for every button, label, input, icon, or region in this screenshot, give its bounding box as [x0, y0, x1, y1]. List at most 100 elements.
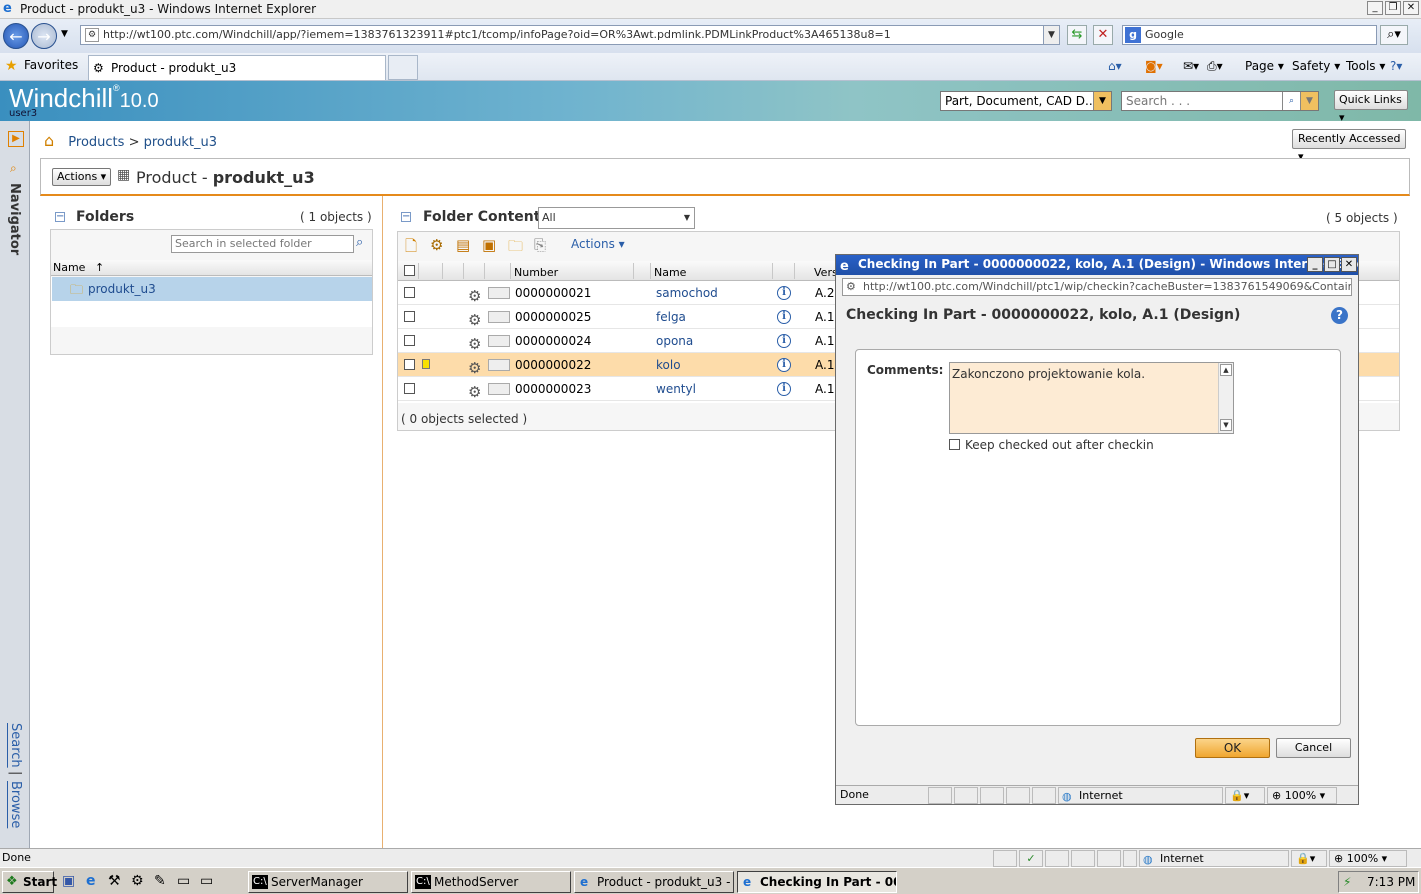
- taskbar-item[interactable]: C:\ MethodServer: [411, 871, 571, 893]
- forward-button[interactable]: →: [31, 23, 57, 49]
- chevron-down-icon[interactable]: ▼: [1093, 92, 1111, 110]
- browser-tab[interactable]: ⚙ Product - produkt_u3: [88, 55, 386, 80]
- protected-mode-icon[interactable]: 🔒▾: [1225, 787, 1265, 804]
- tools-menu[interactable]: Tools ▾: [1346, 57, 1385, 75]
- number-column-header[interactable]: Number: [514, 263, 558, 283]
- back-button[interactable]: ←: [3, 23, 29, 49]
- quicklaunch-notepad-icon[interactable]: ✎: [154, 873, 166, 889]
- search-type-select[interactable]: Part, Document, CAD D... ▼: [940, 91, 1112, 111]
- new-multiple-icon[interactable]: ▣: [482, 236, 496, 254]
- quicklaunch-window-icon[interactable]: ▭: [177, 873, 190, 889]
- search-options-icon[interactable]: ▼: [1300, 92, 1318, 110]
- row-name[interactable]: kolo: [656, 353, 681, 377]
- thumbnail-icon[interactable]: [488, 335, 510, 347]
- row-checkbox[interactable]: [404, 287, 415, 298]
- search-icon[interactable]: ⌕: [356, 235, 363, 250]
- address-bar[interactable]: ⚙ http://wt100.ptc.com/Windchill/app/?ie…: [80, 25, 1060, 45]
- favorites-button[interactable]: Favorites: [24, 58, 78, 72]
- safety-menu[interactable]: Safety ▾: [1292, 57, 1340, 75]
- select-all-checkbox[interactable]: [404, 265, 415, 276]
- actions-gear-icon[interactable]: ⚙: [468, 380, 481, 404]
- search-icon[interactable]: ⌕: [1282, 92, 1300, 110]
- print-icon[interactable]: ⎙▾: [1207, 57, 1223, 75]
- quicklaunch-window2-icon[interactable]: ▭: [200, 873, 213, 889]
- page-actions-button[interactable]: Actions ▾: [52, 168, 112, 186]
- browse-link[interactable]: Browse: [8, 781, 23, 828]
- dialog-close-button[interactable]: ✕: [1341, 257, 1357, 272]
- refresh-button[interactable]: ⇆: [1067, 25, 1087, 45]
- thumbnail-icon[interactable]: [488, 287, 510, 299]
- thumbnail-icon[interactable]: [488, 383, 510, 395]
- zoom-level[interactable]: ⊕ 100% ▾: [1329, 850, 1407, 867]
- ie-quicklaunch-icon[interactable]: e: [86, 873, 96, 889]
- row-name[interactable]: samochod: [656, 281, 718, 305]
- info-icon[interactable]: i: [777, 334, 791, 348]
- info-icon[interactable]: i: [777, 382, 791, 396]
- row-name[interactable]: wentyl: [656, 377, 696, 401]
- dialog-maximize-button[interactable]: □: [1324, 257, 1340, 272]
- dialog-minimize-button[interactable]: _: [1307, 257, 1323, 272]
- table-actions-menu[interactable]: Actions ▾: [571, 237, 625, 251]
- history-dropdown-icon[interactable]: ▼: [61, 29, 68, 39]
- thumbnail-icon[interactable]: [488, 359, 510, 371]
- row-checkbox[interactable]: [404, 335, 415, 346]
- search-box[interactable]: g Google: [1122, 25, 1377, 45]
- thumbnail-icon[interactable]: [488, 311, 510, 323]
- row-name[interactable]: felga: [656, 305, 686, 329]
- taskbar-item-active[interactable]: eChecking In Part - 00...: [737, 871, 897, 893]
- show-desktop-icon[interactable]: ▣: [62, 873, 75, 889]
- clock[interactable]: 7:13 PM: [1367, 875, 1415, 889]
- network-icon[interactable]: ⚡: [1343, 872, 1351, 892]
- quicklaunch-tools-icon[interactable]: ⚒: [108, 873, 121, 889]
- new-folder-icon[interactable]: 🗀: [508, 236, 523, 261]
- copy-icon[interactable]: ⎘: [534, 236, 546, 254]
- expand-navigator-icon[interactable]: ▶: [8, 131, 24, 147]
- help-icon[interactable]: ?▾: [1390, 57, 1402, 75]
- close-button[interactable]: ✕: [1403, 1, 1419, 15]
- new-cad-icon[interactable]: ▤: [456, 236, 470, 254]
- name-column-header[interactable]: Name: [654, 263, 686, 283]
- minimize-button[interactable]: _: [1367, 1, 1383, 15]
- info-icon[interactable]: i: [777, 286, 791, 300]
- new-tab-button[interactable]: [388, 55, 418, 80]
- textarea-scrollbar[interactable]: ▲ ▼: [1218, 363, 1233, 433]
- dialog-zoom[interactable]: ⊕ 100% ▾: [1267, 787, 1337, 804]
- recently-accessed-button[interactable]: Recently Accessed ▾: [1292, 129, 1406, 163]
- collapse-contents-icon[interactable]: −: [401, 212, 411, 222]
- home-icon[interactable]: ⌂: [44, 131, 54, 150]
- row-checkbox[interactable]: [404, 311, 415, 322]
- comments-textarea[interactable]: Zakonczono projektowanie kola. ▲ ▼: [949, 362, 1234, 434]
- panel-divider[interactable]: [382, 196, 383, 848]
- ok-button[interactable]: OK: [1195, 738, 1270, 758]
- stop-button[interactable]: ✕: [1093, 25, 1113, 45]
- global-search-input[interactable]: Search . . . ⌕ ▼: [1121, 91, 1319, 111]
- row-checkbox[interactable]: [404, 383, 415, 394]
- row-name[interactable]: opona: [656, 329, 693, 353]
- mail-icon[interactable]: ✉▾: [1183, 57, 1199, 75]
- search-button-icon[interactable]: ⌕▾: [1380, 25, 1408, 45]
- restore-button[interactable]: ❐: [1385, 1, 1401, 15]
- quick-links-button[interactable]: Quick Links ▾: [1334, 90, 1408, 124]
- folder-item[interactable]: 🗀 produkt_u3: [52, 277, 372, 301]
- home-icon[interactable]: ⌂▾: [1108, 57, 1122, 75]
- help-icon[interactable]: ?: [1331, 307, 1348, 324]
- page-menu[interactable]: Page ▾: [1245, 57, 1284, 75]
- info-icon[interactable]: i: [777, 358, 791, 372]
- breadcrumb-products[interactable]: Products: [68, 135, 124, 150]
- search-nav-icon[interactable]: ⌕: [10, 161, 17, 176]
- feeds-icon[interactable]: ◙▾: [1145, 57, 1163, 75]
- address-dropdown-icon[interactable]: ▼: [1043, 26, 1059, 44]
- new-part-icon[interactable]: ⚙: [430, 236, 443, 254]
- keep-checked-out-checkbox[interactable]: [949, 439, 960, 450]
- cancel-button[interactable]: Cancel: [1276, 738, 1351, 758]
- keep-checked-out-label[interactable]: Keep checked out after checkin: [965, 438, 1154, 452]
- dialog-title-bar[interactable]: e Checking In Part - 0000000022, kolo, A…: [836, 255, 1358, 275]
- info-icon[interactable]: i: [777, 310, 791, 324]
- folders-name-header[interactable]: Name ↑: [51, 260, 372, 276]
- quicklaunch-settings-icon[interactable]: ⚙: [131, 873, 144, 889]
- protected-mode-icon[interactable]: 🔒▾: [1291, 850, 1327, 867]
- collapse-folders-icon[interactable]: −: [55, 212, 65, 222]
- breadcrumb-current[interactable]: produkt_u3: [144, 135, 217, 150]
- taskbar-item[interactable]: C:\ ServerManager: [248, 871, 408, 893]
- row-checkbox[interactable]: [404, 359, 415, 370]
